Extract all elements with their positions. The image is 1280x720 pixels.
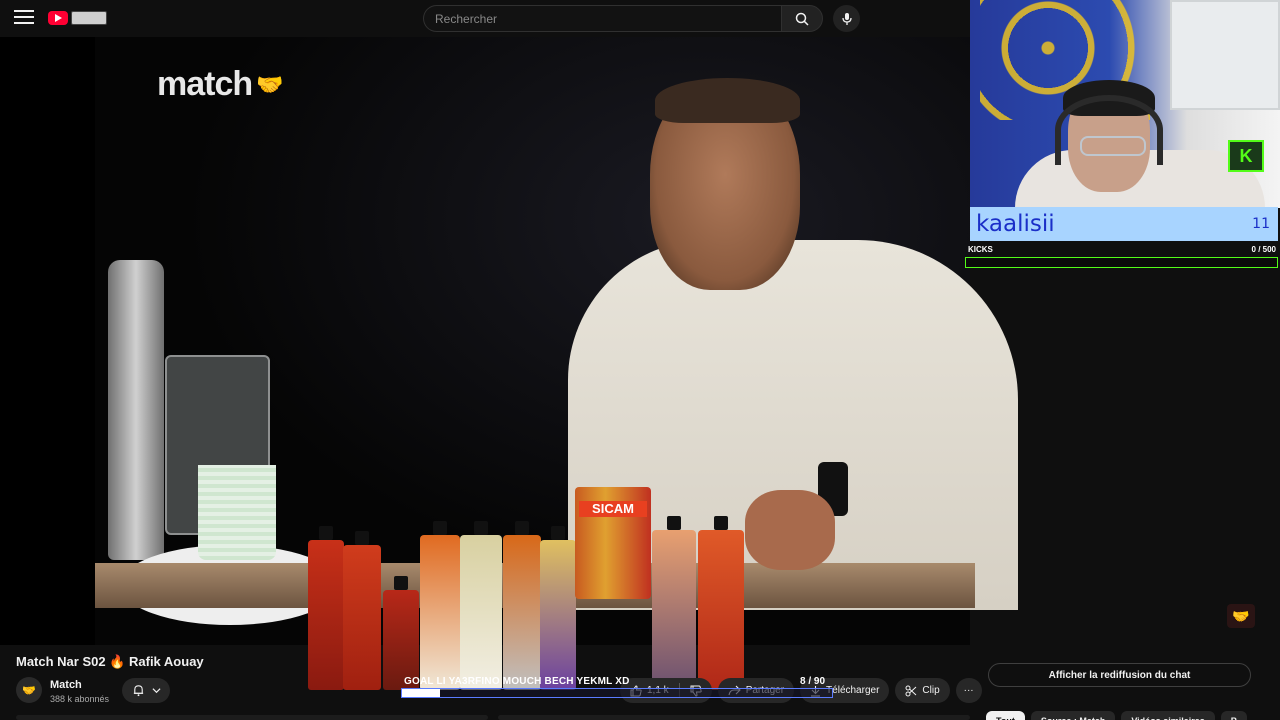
channel-avatar[interactable]: 🤝 (16, 677, 42, 703)
more-actions-button[interactable]: ··· (955, 678, 982, 703)
chip-all[interactable]: Tout (986, 711, 1025, 720)
top-bar (0, 0, 970, 37)
paper-cup (198, 465, 276, 560)
chip-similar-videos[interactable]: Vidéos similaires (1121, 711, 1215, 720)
hot-sauce-bottle (383, 576, 419, 690)
kicks-label: KICKS (968, 245, 993, 254)
logo-wordmark (71, 10, 107, 25)
notification-bell-button[interactable] (122, 678, 170, 703)
streamer-count: 11 (1252, 216, 1270, 232)
goal-progress: 8 / 90 (800, 676, 826, 687)
channel-name[interactable]: Match (50, 679, 82, 691)
hot-sauce-bottle (460, 521, 502, 690)
watermark-text: match (157, 65, 253, 103)
channel-corner-logo[interactable]: 🤝 (1227, 604, 1255, 628)
streamer-name: kaalisii (976, 211, 1055, 237)
goal-progress-fill (402, 689, 441, 697)
more-icon: ··· (963, 685, 974, 696)
hot-sauce-bottle (652, 516, 696, 690)
handshake-icon: 🤝 (256, 71, 283, 97)
microphone-icon (841, 12, 852, 25)
youtube-watch-page: match 🤝 SICAM 🤝 K kaalisii 11 KICKS 0 / … (0, 0, 1280, 720)
bell-icon (133, 685, 143, 697)
match-channel-watermark: match 🤝 (157, 65, 284, 104)
hot-sauce-bottle (540, 526, 576, 690)
description-box-edge (16, 715, 488, 720)
youtube-logo[interactable] (48, 10, 108, 25)
kicks-progress-bar (965, 257, 1278, 268)
glasses (1080, 136, 1146, 156)
chip-source-match[interactable]: Source : Match (1030, 711, 1116, 720)
search-bar (423, 5, 823, 32)
clip-label: Clip (922, 685, 940, 696)
goal-progress-bar (401, 688, 833, 698)
hot-sauce-bottle (420, 521, 460, 690)
kicks-progress: 0 / 500 (1251, 245, 1276, 254)
search-input[interactable] (423, 5, 781, 32)
kick-logo-icon: K (1228, 140, 1264, 172)
host-hair (655, 78, 800, 123)
goal-text: GOAL LI YA3RFINO MOUCH BECH YEKML XD (404, 676, 630, 687)
host-hand (745, 490, 835, 570)
scissors-icon (905, 685, 917, 696)
youtube-play-icon (48, 10, 68, 25)
harissa-can: SICAM (575, 487, 651, 599)
search-icon (795, 12, 809, 26)
hot-sauce-bottle (503, 521, 541, 690)
kicks-goal-row: KICKS 0 / 500 (966, 245, 1278, 257)
video-title: Match Nar S02 🔥 Rafik Aouay (16, 654, 204, 669)
hot-sauce-bottle (308, 526, 344, 690)
subscriber-count: 388 k abonnés (50, 694, 110, 704)
search-button[interactable] (781, 5, 823, 32)
download-label: Télécharger (826, 685, 880, 696)
show-chat-replay-button[interactable]: Afficher la rediffusion du chat (988, 663, 1251, 687)
related-filter-chips: Tout Source : Match Vidéos similaires P (986, 711, 1247, 720)
streamer-name-bar: kaalisii 11 (970, 207, 1278, 241)
whipped-cream-siphon (108, 260, 164, 560)
hot-sauce-bottle (343, 531, 381, 690)
hamburger-menu-icon[interactable] (14, 10, 34, 26)
clip-button[interactable]: Clip (895, 678, 950, 703)
voice-search-button[interactable] (833, 5, 860, 32)
room-window (1170, 0, 1280, 110)
chevron-down-icon (151, 688, 161, 694)
comment-box-edge (498, 715, 970, 720)
chip-more[interactable]: P (1220, 711, 1247, 720)
hot-sauce-bottle (698, 516, 744, 690)
